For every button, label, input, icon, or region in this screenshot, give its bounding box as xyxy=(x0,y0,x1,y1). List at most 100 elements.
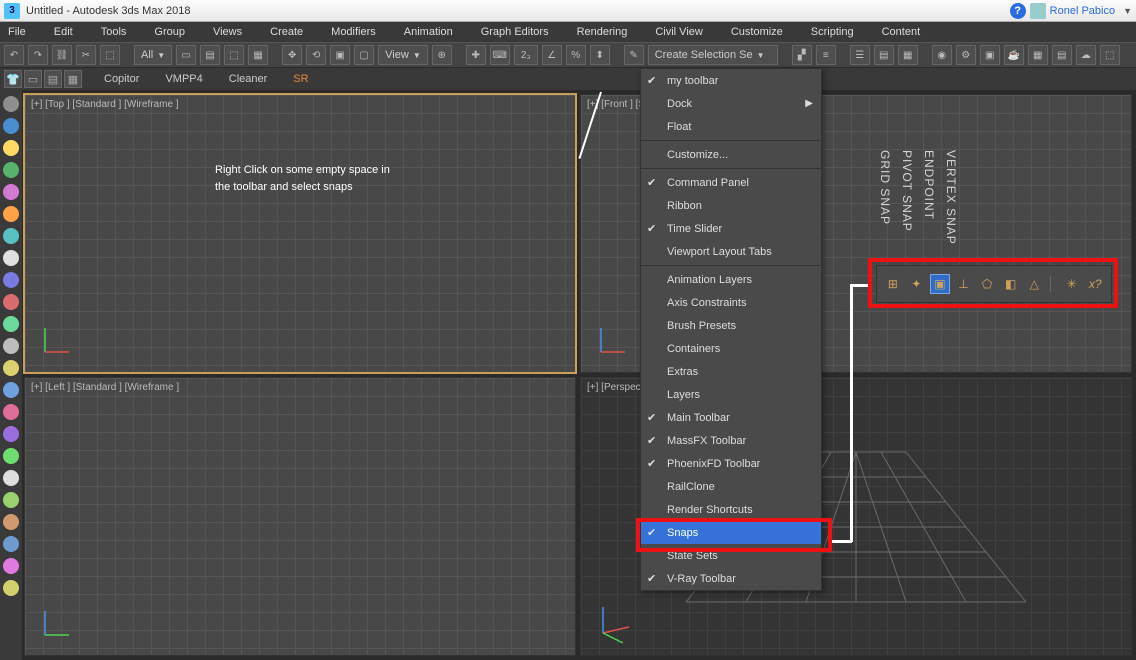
rail-tool-9[interactable] xyxy=(3,294,19,310)
rail-tool-12[interactable] xyxy=(3,360,19,376)
ctx-item-phoenixfd-toolbar[interactable]: ✔PhoenixFD Toolbar xyxy=(641,452,821,475)
menu-customize[interactable]: Customize xyxy=(731,26,783,38)
ctx-item-main-toolbar[interactable]: ✔Main Toolbar xyxy=(641,406,821,429)
redo-icon[interactable]: ↷ xyxy=(28,45,48,65)
rail-tool-7[interactable] xyxy=(3,250,19,266)
menu-file[interactable]: File xyxy=(8,26,26,38)
snap-2d-icon[interactable]: 2₃ xyxy=(514,45,538,65)
select-name-icon[interactable]: ▤ xyxy=(200,45,220,65)
sr-label[interactable]: SR xyxy=(289,73,312,85)
rail-tool-18[interactable] xyxy=(3,492,19,508)
ctx-item-ribbon[interactable]: Ribbon xyxy=(641,194,821,217)
rail-tool-13[interactable] xyxy=(3,382,19,398)
snap-bounding-box-icon[interactable]: ▣ xyxy=(930,274,950,294)
rendered-frame-icon[interactable]: ▣ xyxy=(980,45,1000,65)
menu-rendering[interactable]: Rendering xyxy=(577,26,628,38)
coord-select[interactable]: View▼ xyxy=(378,45,428,65)
select-region-icon[interactable]: ⬚ xyxy=(224,45,244,65)
snap-vertex-icon[interactable]: ✳ xyxy=(1062,274,1082,294)
rail-tool-2[interactable] xyxy=(3,140,19,156)
ctx-item-viewport-layout-tabs[interactable]: Viewport Layout Tabs xyxy=(641,240,821,263)
rotate-icon[interactable]: ⟲ xyxy=(306,45,326,65)
ctx-item-brush-presets[interactable]: Brush Presets xyxy=(641,314,821,337)
rail-tool-11[interactable] xyxy=(3,338,19,354)
copitor-label[interactable]: Copitor xyxy=(100,73,143,85)
rail-tool-21[interactable] xyxy=(3,558,19,574)
unlink-icon[interactable]: ✂ xyxy=(76,45,96,65)
rail-tool-10[interactable] xyxy=(3,316,19,332)
ctx-item-render-shortcuts[interactable]: Render Shortcuts xyxy=(641,498,821,521)
rail-tool-0[interactable] xyxy=(3,96,19,112)
rail-tool-20[interactable] xyxy=(3,536,19,552)
render-online-icon[interactable]: ☁ xyxy=(1076,45,1096,65)
rail-tool-15[interactable] xyxy=(3,426,19,442)
vmpp4-label[interactable]: VMPP4 xyxy=(161,73,206,85)
snap-pivot-icon[interactable]: ✦ xyxy=(907,274,927,294)
rail-tool-8[interactable] xyxy=(3,272,19,288)
ctx-item-state-sets[interactable]: State Sets xyxy=(641,544,821,567)
select-manip-icon[interactable]: ✚ xyxy=(466,45,486,65)
snap-grid-points-icon[interactable]: ⊞ xyxy=(883,274,903,294)
plugin-btn-2[interactable]: ▤ xyxy=(44,70,62,88)
help-icon[interactable]: ? xyxy=(1010,3,1026,19)
ctx-item-time-slider[interactable]: ✔Time Slider xyxy=(641,217,821,240)
ctx-item-float[interactable]: Float xyxy=(641,115,821,138)
render-setup-icon[interactable]: ⚙ xyxy=(956,45,976,65)
undo-icon[interactable]: ↶ xyxy=(4,45,24,65)
menu-content[interactable]: Content xyxy=(882,26,921,38)
curve-editor-icon[interactable]: ▤ xyxy=(874,45,894,65)
layer-explorer-icon[interactable]: ☰ xyxy=(850,45,870,65)
menu-views[interactable]: Views xyxy=(213,26,242,38)
snap-endpoint-icon[interactable]: ◧ xyxy=(1001,274,1021,294)
bind-icon[interactable]: ⬚ xyxy=(100,45,120,65)
rail-tool-5[interactable] xyxy=(3,206,19,222)
mirror-icon[interactable]: ▞ xyxy=(792,45,812,65)
filter-select[interactable]: All▼ xyxy=(134,45,172,65)
ctx-item-command-panel[interactable]: ✔Command Panel xyxy=(641,171,821,194)
ctx-item-axis-constraints[interactable]: Axis Constraints xyxy=(641,291,821,314)
rail-tool-4[interactable] xyxy=(3,184,19,200)
snap-tangent-icon[interactable]: ⬠ xyxy=(977,274,997,294)
tshirt-icon[interactable]: 👕 xyxy=(4,70,22,88)
link-icon[interactable]: ⛓ xyxy=(52,45,72,65)
spinner-snap-icon[interactable]: ⬍ xyxy=(590,45,610,65)
menu-modifiers[interactable]: Modifiers xyxy=(331,26,376,38)
user-menu[interactable]: Ronel Pabico ▼ xyxy=(1030,3,1132,19)
render-production-icon[interactable]: ☕ xyxy=(1004,45,1024,65)
ctx-item-massfx-toolbar[interactable]: ✔MassFX Toolbar xyxy=(641,429,821,452)
rail-tool-17[interactable] xyxy=(3,470,19,486)
menu-create[interactable]: Create xyxy=(270,26,303,38)
selection-set-select[interactable]: Create Selection Se▼ xyxy=(648,45,778,65)
ctx-item-extras[interactable]: Extras xyxy=(641,360,821,383)
rail-tool-16[interactable] xyxy=(3,448,19,464)
render-cloud-icon[interactable]: ⬚ xyxy=(1100,45,1120,65)
rail-tool-22[interactable] xyxy=(3,580,19,596)
ctx-item-containers[interactable]: Containers xyxy=(641,337,821,360)
menu-tools[interactable]: Tools xyxy=(101,26,127,38)
keyboard-icon[interactable]: ⌨ xyxy=(490,45,510,65)
angle-snap-icon[interactable]: ∠ xyxy=(542,45,562,65)
snap-midpoint-icon[interactable]: △ xyxy=(1024,274,1044,294)
cleaner-label[interactable]: Cleaner xyxy=(225,73,272,85)
plugin-btn-3[interactable]: ▦ xyxy=(64,70,82,88)
ctx-item-animation-layers[interactable]: Animation Layers xyxy=(641,268,821,291)
percent-snap-icon[interactable]: % xyxy=(566,45,586,65)
move-icon[interactable]: ✥ xyxy=(282,45,302,65)
plugin-btn-1[interactable]: ▭ xyxy=(24,70,42,88)
render-iter-icon[interactable]: ▦ xyxy=(1028,45,1048,65)
menu-group[interactable]: Group xyxy=(154,26,185,38)
ctx-item-layers[interactable]: Layers xyxy=(641,383,821,406)
ctx-item-customize[interactable]: Customize... xyxy=(641,143,821,166)
viewport-left[interactable]: [+] [Left ] [Standard ] [Wireframe ] xyxy=(24,377,576,656)
snap-perpendicular-icon[interactable]: ⊥ xyxy=(954,274,974,294)
activeshade-icon[interactable]: ▤ xyxy=(1052,45,1072,65)
viewport-top[interactable]: [+] [Top ] [Standard ] [Wireframe ] xyxy=(24,94,576,373)
menu-graph-editors[interactable]: Graph Editors xyxy=(481,26,549,38)
rail-tool-3[interactable] xyxy=(3,162,19,178)
select-object-icon[interactable]: ▭ xyxy=(176,45,196,65)
placement-icon[interactable]: ▢ xyxy=(354,45,374,65)
ctx-item-my-toolbar[interactable]: ✔my toolbar xyxy=(641,69,821,92)
ctx-item-snaps[interactable]: ✔Snaps xyxy=(641,521,821,544)
schematic-icon[interactable]: ▦ xyxy=(898,45,918,65)
menu-animation[interactable]: Animation xyxy=(404,26,453,38)
